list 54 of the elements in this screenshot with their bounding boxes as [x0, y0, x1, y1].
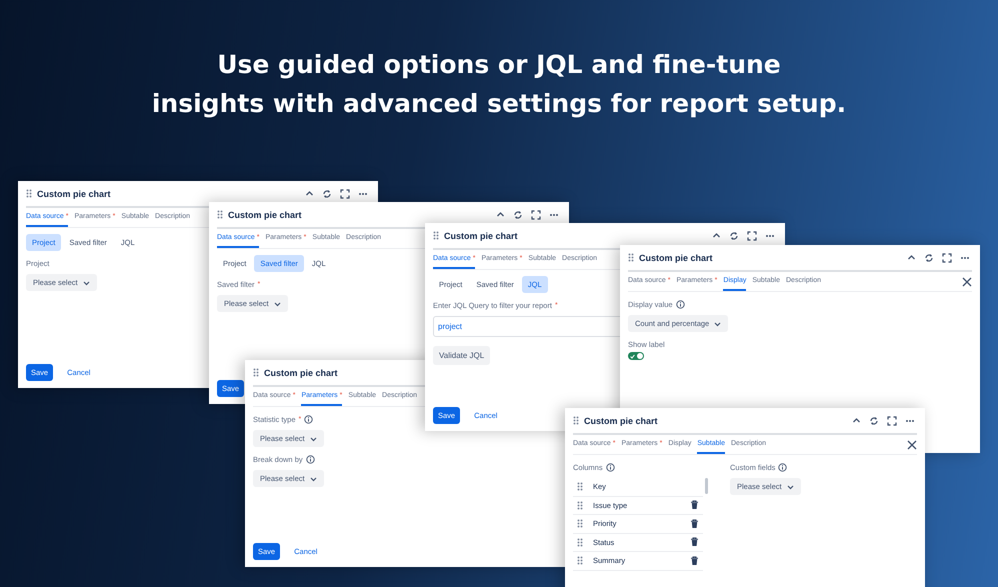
drag-handle-icon[interactable] [628, 253, 634, 262]
fullscreen-icon[interactable] [747, 230, 757, 240]
info-icon[interactable] [676, 300, 685, 309]
info-icon[interactable] [606, 463, 615, 472]
fullscreen-icon[interactable] [887, 416, 897, 426]
window-title: Custom pie chart [264, 368, 338, 378]
drag-handle-icon[interactable] [577, 519, 583, 528]
refresh-icon[interactable] [729, 230, 739, 240]
drag-handle-icon[interactable] [217, 210, 223, 219]
check-icon [630, 354, 635, 358]
window-title: Custom pie chart [639, 252, 713, 262]
trash-icon[interactable] [690, 518, 699, 529]
toggle-switch[interactable] [628, 352, 644, 360]
drag-handle-icon[interactable] [253, 368, 259, 377]
trash-icon[interactable] [690, 500, 699, 510]
drag-handle-icon[interactable] [577, 538, 583, 547]
trash-icon[interactable] [690, 556, 699, 566]
chevron-down-icon [714, 320, 722, 326]
drag-handle-icon[interactable] [26, 189, 32, 198]
window-title: Custom pie chart [228, 210, 302, 220]
info-icon[interactable] [778, 463, 788, 472]
collapse-icon[interactable] [907, 253, 916, 262]
chevron-down-icon [786, 484, 794, 490]
info-icon[interactable] [306, 455, 315, 464]
chevron-down-icon [82, 280, 90, 286]
drag-handle-icon[interactable] [433, 231, 439, 240]
refresh-icon[interactable] [513, 210, 523, 220]
fullscreen-icon[interactable] [531, 210, 541, 220]
collapse-icon[interactable] [305, 189, 314, 198]
close-icon[interactable] [962, 276, 972, 286]
drag-handle-icon[interactable] [577, 556, 583, 566]
refresh-icon[interactable] [869, 416, 879, 426]
refresh-icon[interactable] [924, 252, 934, 262]
fullscreen-icon[interactable] [942, 252, 952, 262]
window-title: Custom pie chart [444, 230, 518, 240]
fullscreen-icon[interactable] [340, 188, 350, 198]
info-icon[interactable] [304, 415, 314, 424]
window-title: Custom pie chart [37, 188, 111, 198]
headline: Use guided options or JQL and fine-tune insights with advanced settings for report setup. [152, 49, 846, 120]
drag-handle-icon[interactable] [577, 482, 583, 492]
chevron-down-icon [310, 436, 317, 442]
drag-handle-icon[interactable] [577, 500, 583, 510]
close-icon[interactable] [907, 440, 917, 450]
drag-handle-icon[interactable] [573, 416, 579, 425]
refresh-icon[interactable] [322, 188, 332, 198]
window-title: Custom pie chart [584, 416, 658, 426]
validate-button[interactable]: Validate JQL [433, 346, 490, 365]
collapse-icon[interactable] [852, 416, 861, 425]
collapse-icon[interactable] [496, 210, 505, 219]
scrollbar[interactable] [705, 478, 708, 494]
chevron-down-icon [274, 300, 281, 306]
trash-icon[interactable] [690, 537, 699, 548]
chevron-down-icon [310, 476, 317, 482]
collapse-icon[interactable] [712, 231, 721, 240]
